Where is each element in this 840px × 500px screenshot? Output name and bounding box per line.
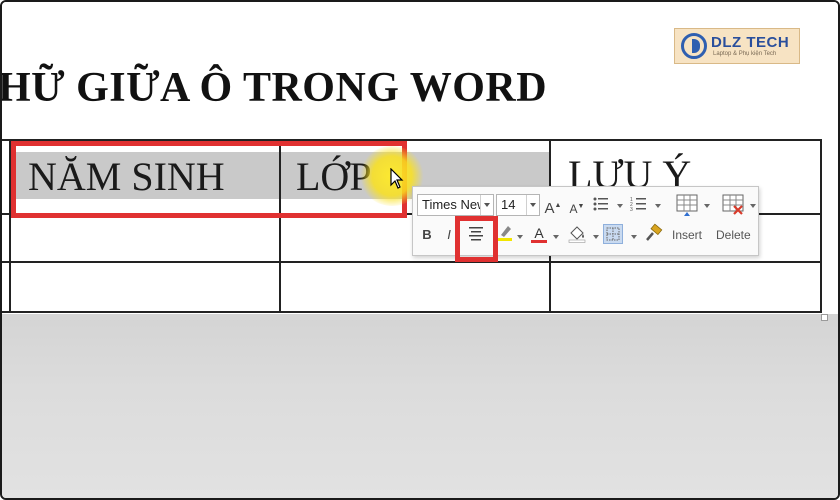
logo-text: DLZ TECH bbox=[711, 34, 790, 51]
insert-grid-icon bbox=[676, 194, 698, 216]
shading-button[interactable] bbox=[567, 223, 587, 243]
insert-table-button[interactable] bbox=[675, 193, 699, 217]
table-resize-handle[interactable] bbox=[821, 314, 828, 321]
screenshot-frame: HỮ GIỮA Ô TRONG WORD DLZ TECH Laptop & P… bbox=[0, 0, 840, 500]
highlighter-icon bbox=[498, 226, 512, 241]
document-heading: HỮ GIỮA Ô TRONG WORD bbox=[0, 65, 548, 111]
table-cell[interactable] bbox=[281, 263, 549, 311]
table-cell[interactable] bbox=[551, 263, 820, 311]
delete-grid-icon bbox=[722, 194, 744, 215]
annotation-box-center-align bbox=[455, 216, 498, 262]
numbered-list-icon: 1 2 3 bbox=[630, 197, 646, 213]
insert-dropdown-caret[interactable] bbox=[704, 204, 710, 208]
delete-table-button[interactable] bbox=[721, 193, 745, 217]
font-color-dropdown-caret[interactable] bbox=[553, 235, 559, 239]
italic-icon: I bbox=[447, 227, 451, 242]
numbering-button[interactable]: 1 2 3 bbox=[629, 195, 649, 215]
table-cell[interactable] bbox=[11, 263, 279, 311]
highlight-color-button[interactable] bbox=[495, 223, 515, 243]
borders-dropdown-caret[interactable] bbox=[631, 235, 637, 239]
annotation-box-header-cells bbox=[11, 141, 407, 218]
font-color-bar bbox=[531, 240, 547, 243]
table-cell[interactable] bbox=[11, 215, 279, 261]
bold-icon: B bbox=[422, 227, 432, 242]
shrink-font-icon: A bbox=[569, 202, 578, 216]
logo-tagline: Laptop & Phụ kiện Tech bbox=[713, 51, 777, 57]
bullet-list-icon bbox=[593, 197, 608, 211]
grow-font-icon: A bbox=[544, 200, 555, 217]
delete-dropdown-caret[interactable] bbox=[750, 204, 756, 208]
font-color-button[interactable]: A bbox=[529, 223, 549, 243]
table-col-right bbox=[820, 139, 822, 313]
mouse-pointer-icon bbox=[390, 168, 404, 189]
font-color-icon: A bbox=[534, 225, 544, 241]
grow-font-button[interactable]: A▲ bbox=[543, 196, 563, 217]
bullets-dropdown-caret[interactable] bbox=[617, 204, 623, 208]
font-size-dropdown[interactable]: 14 bbox=[496, 194, 540, 216]
svg-text:3: 3 bbox=[630, 207, 633, 213]
borders-button[interactable] bbox=[603, 224, 623, 244]
insert-label[interactable]: Insert bbox=[672, 228, 702, 242]
chevron-down-icon bbox=[526, 195, 539, 215]
format-painter-icon bbox=[646, 223, 663, 241]
table-border-bottom bbox=[2, 311, 822, 313]
workspace-background bbox=[2, 314, 838, 498]
format-painter-button[interactable] bbox=[643, 223, 663, 243]
highlight-dropdown-caret[interactable] bbox=[517, 235, 523, 239]
font-name-value: Times New bbox=[422, 197, 487, 212]
shading-dropdown-caret[interactable] bbox=[593, 235, 599, 239]
shrink-font-button[interactable]: A▼ bbox=[567, 197, 587, 217]
font-name-dropdown[interactable]: Times New bbox=[417, 194, 494, 216]
delete-label[interactable]: Delete bbox=[716, 228, 751, 242]
brand-logo: DLZ TECH Laptop & Phụ kiện Tech bbox=[674, 28, 800, 64]
borders-grid-icon bbox=[606, 227, 620, 241]
chevron-down-icon bbox=[480, 195, 493, 215]
logo-icon bbox=[681, 33, 707, 59]
font-size-value: 14 bbox=[501, 197, 516, 212]
numbering-dropdown-caret[interactable] bbox=[655, 204, 661, 208]
bullets-button[interactable] bbox=[591, 195, 611, 215]
bold-button[interactable]: B bbox=[417, 225, 437, 245]
paint-bucket-icon bbox=[568, 226, 586, 243]
